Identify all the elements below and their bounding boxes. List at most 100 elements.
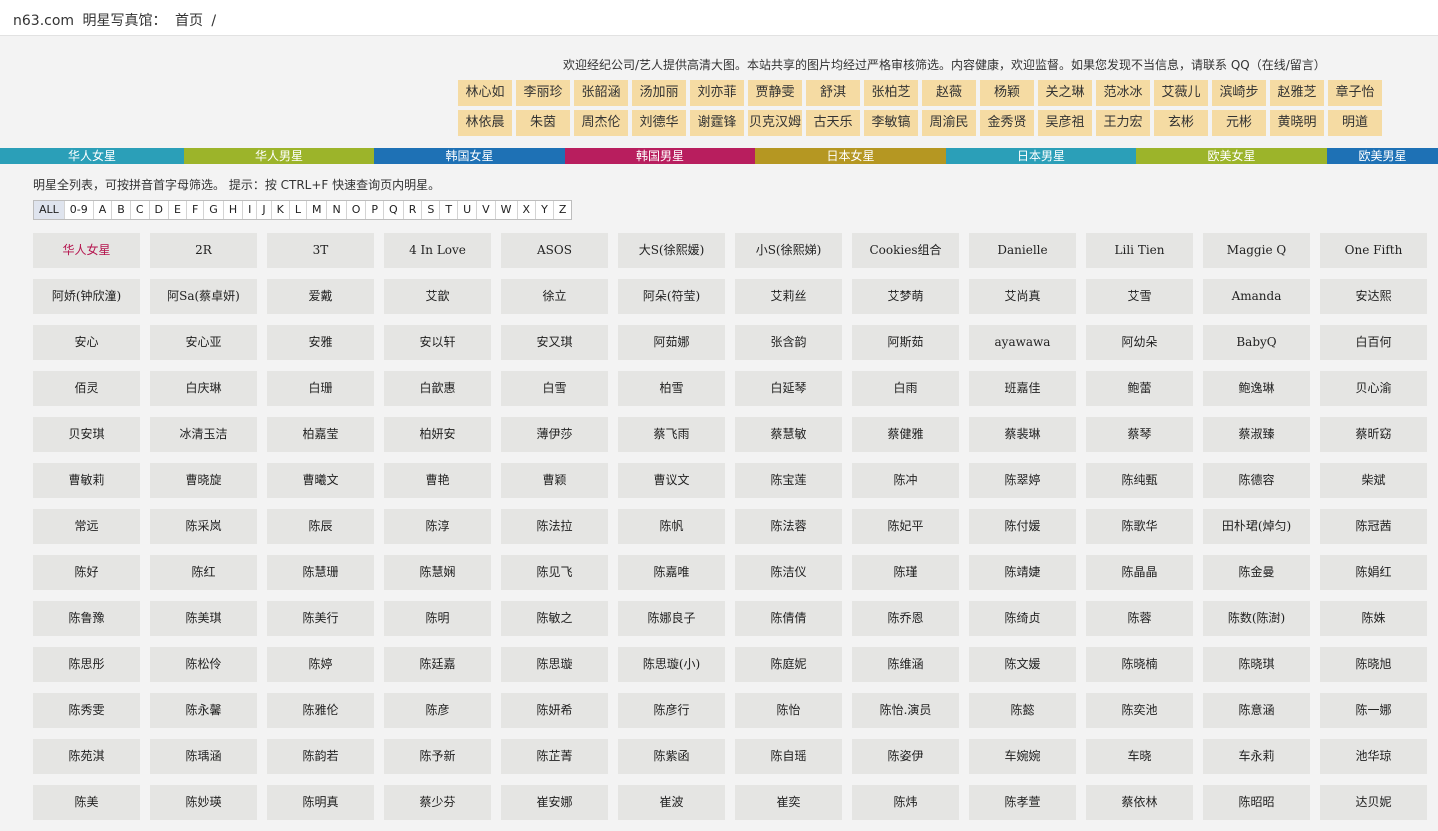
star-link[interactable]: 陈美琪 xyxy=(150,601,257,636)
letter-filter-i[interactable]: I xyxy=(243,201,258,219)
category-tab[interactable]: 欧美女星 xyxy=(1136,148,1327,164)
star-link[interactable]: 陈见飞 xyxy=(501,555,608,590)
star-link[interactable]: 柏嘉莹 xyxy=(267,417,374,452)
star-link[interactable]: 柴斌 xyxy=(1320,463,1427,498)
featured-star-link[interactable]: 杨颖 xyxy=(980,80,1034,106)
star-link[interactable]: 陈洁仪 xyxy=(735,555,842,590)
star-link[interactable]: 陈法蓉 xyxy=(735,509,842,544)
star-link[interactable]: 陈帆 xyxy=(618,509,725,544)
letter-filter-v[interactable]: V xyxy=(477,201,496,219)
star-link[interactable]: 车晓 xyxy=(1086,739,1193,774)
featured-star-link[interactable]: 贾静雯 xyxy=(748,80,802,106)
star-link[interactable]: 安心 xyxy=(33,325,140,360)
category-tab[interactable]: 日本男星 xyxy=(946,148,1136,164)
star-link[interactable]: 陈芷菁 xyxy=(501,739,608,774)
featured-star-link[interactable]: 黄晓明 xyxy=(1270,110,1324,136)
star-link[interactable]: 薄伊莎 xyxy=(501,417,608,452)
category-tab[interactable]: 韩国男星 xyxy=(565,148,755,164)
letter-filter-m[interactable]: M xyxy=(307,201,328,219)
star-link[interactable]: 白雪 xyxy=(501,371,608,406)
star-link[interactable]: 陈倩倩 xyxy=(735,601,842,636)
featured-star-link[interactable]: 范冰冰 xyxy=(1096,80,1150,106)
star-link[interactable]: 陈一娜 xyxy=(1320,693,1427,728)
featured-star-link[interactable]: 吴彦祖 xyxy=(1038,110,1092,136)
star-link[interactable]: 陈怡 xyxy=(735,693,842,728)
star-link[interactable]: 陈意涵 xyxy=(1203,693,1310,728)
star-link[interactable]: One Fifth xyxy=(1320,233,1427,268)
letter-filter-b[interactable]: B xyxy=(112,201,131,219)
featured-star-link[interactable]: 明道 xyxy=(1328,110,1382,136)
star-link[interactable]: 陈松伶 xyxy=(150,647,257,682)
featured-star-link[interactable]: 古天乐 xyxy=(806,110,860,136)
star-link[interactable]: 陈彦行 xyxy=(618,693,725,728)
star-link[interactable]: 陈慧珊 xyxy=(267,555,374,590)
star-link[interactable]: 曹艳 xyxy=(384,463,491,498)
star-link[interactable]: 艾梦萌 xyxy=(852,279,959,314)
star-link[interactable]: 陈彦 xyxy=(384,693,491,728)
star-link[interactable]: 陈翠婷 xyxy=(969,463,1076,498)
letter-filter-f[interactable]: F xyxy=(187,201,205,219)
letter-filter-k[interactable]: K xyxy=(272,201,290,219)
featured-star-link[interactable]: 朱茵 xyxy=(516,110,570,136)
featured-star-link[interactable]: 赵薇 xyxy=(922,80,976,106)
star-link[interactable]: 陈美 xyxy=(33,785,140,820)
letter-filter-a[interactable]: A xyxy=(94,201,113,219)
star-link[interactable]: 冰清玉洁 xyxy=(150,417,257,452)
star-link[interactable]: 陈思璇(小) xyxy=(618,647,725,682)
star-link[interactable]: 陈苑淇 xyxy=(33,739,140,774)
featured-star-link[interactable]: 舒淇 xyxy=(806,80,860,106)
star-link[interactable]: 大S(徐熙媛) xyxy=(618,233,725,268)
star-link[interactable]: 贝心渝 xyxy=(1320,371,1427,406)
star-link[interactable]: 车婉婉 xyxy=(969,739,1076,774)
star-link[interactable]: 蔡昕窈 xyxy=(1320,417,1427,452)
star-link[interactable]: 陈红 xyxy=(150,555,257,590)
star-link[interactable]: 陈思璇 xyxy=(501,647,608,682)
star-link[interactable]: 艾尚真 xyxy=(969,279,1076,314)
star-link[interactable]: 班嘉佳 xyxy=(969,371,1076,406)
featured-star-link[interactable]: 周渝民 xyxy=(922,110,976,136)
featured-star-link[interactable]: 金秀贤 xyxy=(980,110,1034,136)
category-tab[interactable]: 欧美男星 xyxy=(1327,148,1438,164)
star-link[interactable]: 安以轩 xyxy=(384,325,491,360)
star-link[interactable]: 曹议文 xyxy=(618,463,725,498)
star-link[interactable]: 崔奕 xyxy=(735,785,842,820)
letter-filter-d[interactable]: D xyxy=(150,201,170,219)
star-link[interactable]: 崔安娜 xyxy=(501,785,608,820)
star-link[interactable]: Danielle xyxy=(969,233,1076,268)
star-link[interactable]: 艾雪 xyxy=(1086,279,1193,314)
star-link[interactable]: 陈鲁豫 xyxy=(33,601,140,636)
star-link[interactable]: 陈宝莲 xyxy=(735,463,842,498)
star-link[interactable]: 陈淳 xyxy=(384,509,491,544)
featured-star-link[interactable]: 玄彬 xyxy=(1154,110,1208,136)
star-link[interactable]: 陈孝萱 xyxy=(969,785,1076,820)
category-tab[interactable]: 日本女星 xyxy=(755,148,946,164)
star-link[interactable]: 陈法拉 xyxy=(501,509,608,544)
category-tab[interactable]: 韩国女星 xyxy=(374,148,565,164)
star-link[interactable]: 陈予新 xyxy=(384,739,491,774)
star-link[interactable]: 陈晶晶 xyxy=(1086,555,1193,590)
star-link[interactable]: 4 In Love xyxy=(384,233,491,268)
featured-star-link[interactable]: 艾薇儿 xyxy=(1154,80,1208,106)
star-link[interactable]: 陈雅伦 xyxy=(267,693,374,728)
star-link[interactable]: 柏雪 xyxy=(618,371,725,406)
star-link[interactable]: 阿斯茹 xyxy=(852,325,959,360)
star-link[interactable]: 安达熙 xyxy=(1320,279,1427,314)
star-link[interactable]: 佰灵 xyxy=(33,371,140,406)
star-link[interactable]: 陈韵若 xyxy=(267,739,374,774)
star-link[interactable]: 陈采岚 xyxy=(150,509,257,544)
star-link[interactable]: 陈瑾 xyxy=(852,555,959,590)
star-link[interactable]: 安雅 xyxy=(267,325,374,360)
star-link[interactable]: 蔡淑臻 xyxy=(1203,417,1310,452)
star-link[interactable]: 蔡少芬 xyxy=(384,785,491,820)
letter-filter-r[interactable]: R xyxy=(404,201,423,219)
star-link[interactable]: 陈思彤 xyxy=(33,647,140,682)
star-link[interactable]: 艾莉丝 xyxy=(735,279,842,314)
star-link[interactable]: 白庆琳 xyxy=(150,371,257,406)
star-link[interactable]: 蔡琴 xyxy=(1086,417,1193,452)
featured-star-link[interactable]: 周杰伦 xyxy=(574,110,628,136)
star-link[interactable]: 陈妃平 xyxy=(852,509,959,544)
star-link[interactable]: 达贝妮 xyxy=(1320,785,1427,820)
star-link[interactable]: 3T xyxy=(267,233,374,268)
star-link[interactable]: 陈娜良子 xyxy=(618,601,725,636)
star-link[interactable]: 陈嘉唯 xyxy=(618,555,725,590)
